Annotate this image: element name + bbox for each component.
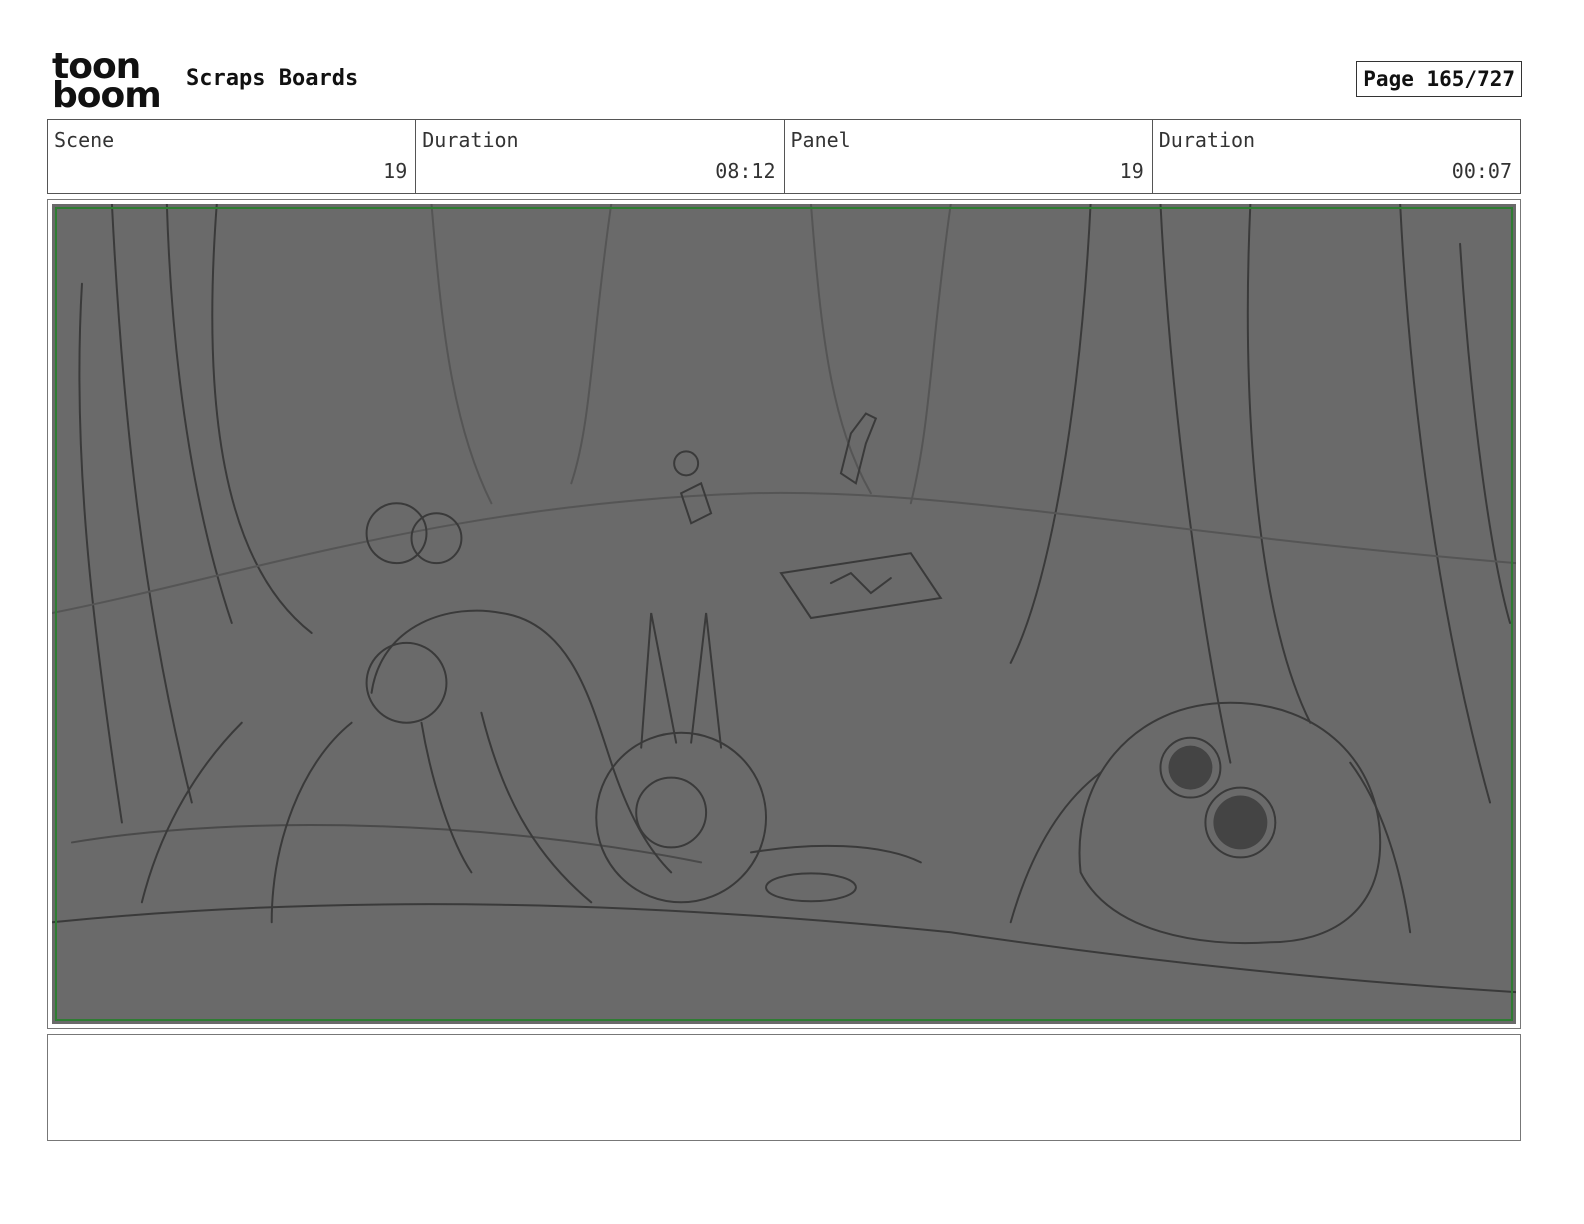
storyboard-panel-frame [47, 199, 1521, 1029]
panel-label: Panel [790, 128, 851, 152]
panel-duration-cell: Duration 00:07 [1153, 120, 1520, 193]
scene-duration-value: 08:12 [715, 159, 776, 183]
forest-sketch-drawing [52, 204, 1516, 1022]
panel-notes-area[interactable] [47, 1034, 1521, 1141]
scene-duration-label: Duration [422, 128, 519, 152]
toonboom-logo: toon boom [52, 49, 164, 116]
scene-cell: Scene 19 [48, 120, 417, 193]
panel-cell: Panel 19 [785, 120, 1153, 193]
scene-duration-cell: Duration 08:12 [416, 120, 785, 193]
board-title: Scraps Boards [186, 66, 359, 91]
panel-duration-value: 00:07 [1451, 159, 1512, 183]
scene-label: Scene [54, 128, 115, 152]
logo-line-2: boom [52, 75, 162, 116]
tree-line [110, 204, 193, 804]
panel-duration-label: Duration [1158, 128, 1256, 152]
panel-value: 19 [1119, 159, 1144, 183]
storyboard-panel-image [52, 204, 1516, 1024]
page-indicator: Page 165/727 [1356, 61, 1522, 97]
scene-value: 19 [383, 159, 408, 183]
scene-info-table: Scene 19 Duration 08:12 Panel 19 Duratio… [47, 119, 1521, 194]
